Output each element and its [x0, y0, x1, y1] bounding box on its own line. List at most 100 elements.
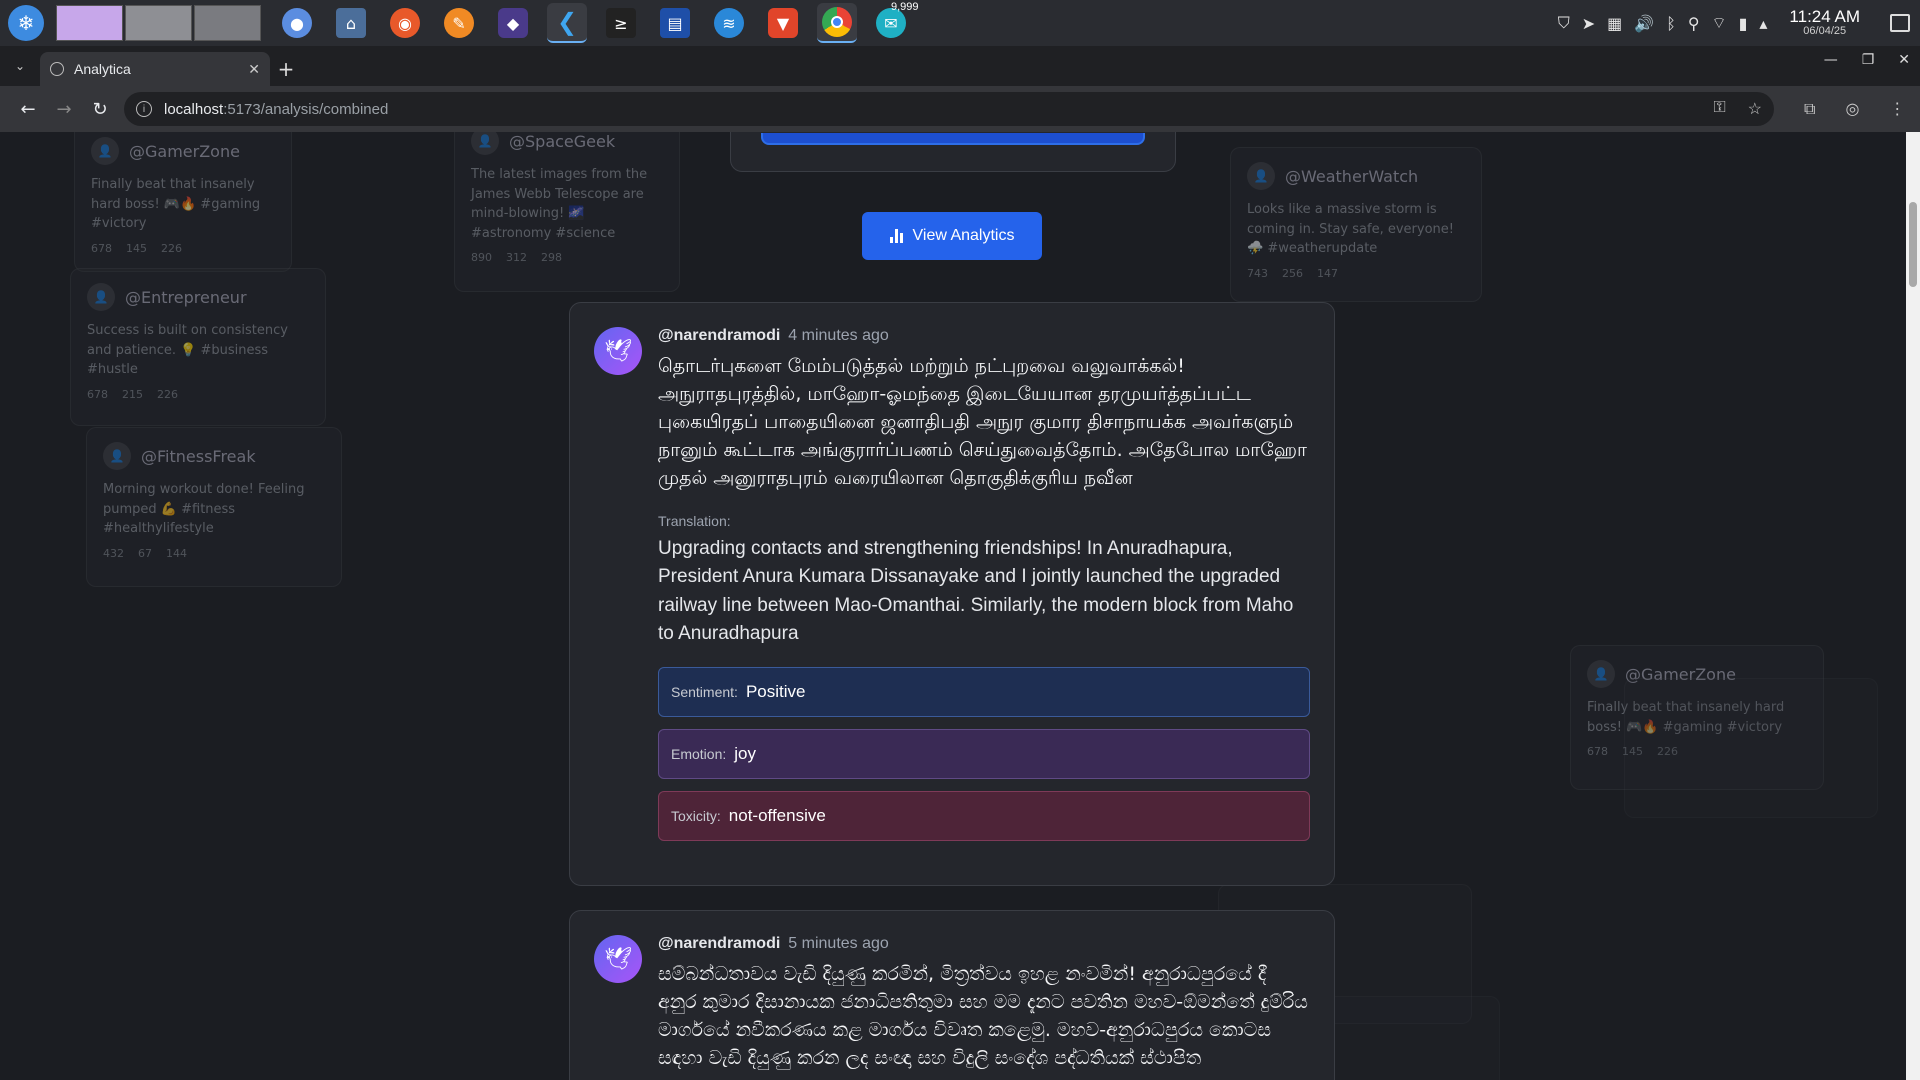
background-card-likes: 678 — [1587, 745, 1608, 758]
taskbar-app-toggle[interactable]: ● — [277, 3, 317, 43]
browser-toolbar: ← → ↻ i localhost:5173/analysis/combined… — [0, 86, 1920, 132]
view-analytics-button[interactable]: View Analytics — [862, 212, 1042, 260]
docker-icon: ≋ — [714, 8, 744, 38]
background-card-retweets: 67 — [138, 546, 152, 560]
taskbar-app-chrome[interactable] — [817, 3, 857, 43]
profile-icon[interactable]: ◎ — [1845, 99, 1859, 119]
restore-icon[interactable]: ❐ — [1862, 52, 1875, 68]
background-card-retweets: 145 — [126, 241, 147, 255]
input-field-edge[interactable] — [761, 133, 1145, 145]
background-card-text: Looks like a massive storm is coming in.… — [1247, 202, 1454, 256]
sentiment-value: Positive — [745, 681, 806, 701]
scrollbar-thumb[interactable] — [1909, 202, 1917, 287]
shield-icon[interactable]: ⛉ — [1558, 13, 1570, 33]
background-card-replies: 298 — [541, 251, 562, 264]
location-icon[interactable]: ⚲ — [1688, 14, 1700, 33]
address-bar[interactable]: i localhost:5173/analysis/combined ⚿ ☆ — [124, 92, 1774, 126]
emotion-value: joy — [734, 743, 756, 763]
forward-button[interactable]: → — [46, 91, 82, 127]
background-card-replies: 147 — [1317, 266, 1338, 280]
tab-analytica[interactable]: Analytica ✕ — [40, 52, 270, 86]
close-tab-icon[interactable]: ✕ — [248, 61, 260, 78]
taskbar-app-files[interactable]: ⌂ — [331, 3, 371, 43]
taskbar-app-firefox[interactable]: ◉ — [385, 3, 425, 43]
folder-icon: ⌂ — [336, 8, 366, 38]
background-card: 👤 @GamerZone Finally beat that insanely h… — [74, 132, 292, 272]
background-card: 👤 @Entrepreneur Success is built on consi… — [70, 268, 326, 426]
virtual-desktop-1[interactable] — [56, 5, 123, 41]
background-card-text: Success is built on consistency and pati… — [87, 323, 288, 377]
view-analytics-label: View Analytics — [912, 227, 1015, 244]
post-handle[interactable]: @narendramodi — [658, 327, 780, 345]
background-card-text: The latest images from the James Webb Te… — [471, 167, 648, 241]
bluetooth-icon[interactable]: ᛒ — [1666, 14, 1676, 33]
background-card: 👤 @SpaceGeek The latest images from the J… — [454, 132, 680, 292]
post-handle[interactable]: @narendramodi — [658, 935, 780, 953]
taskbar: ❄ ● ⌂ ◉ ✎ ◆ ❮ ≥ ▤ ≋ ▼ ✉ 9,999 ⛉ ➤ ▦ 🔊 ᛒ ⚲… — [0, 0, 1920, 46]
tab-search-chevron-icon[interactable]: ⌄ — [0, 46, 40, 86]
volume-icon[interactable]: 🔊 — [1634, 14, 1654, 33]
translation-text: Upgrading contacts and strengthening fri… — [658, 537, 1294, 645]
back-button[interactable]: ← — [10, 91, 46, 127]
page-content: 👤 @GamerZone Finally beat that insanely h… — [0, 132, 1906, 1080]
emotion-label: Emotion: — [671, 745, 727, 762]
background-card-retweets: 256 — [1282, 266, 1303, 280]
input-panel — [730, 132, 1176, 172]
wifi-icon[interactable]: ⌔ — [1712, 13, 1727, 33]
taskbar-app-docker[interactable]: ≋ — [709, 3, 749, 43]
taskbar-app-reader[interactable]: ▤ — [655, 3, 695, 43]
battery-icon[interactable]: ▮ — [1739, 14, 1748, 33]
background-card-handle: @FitnessFreak — [141, 446, 256, 466]
post-card: 🕊 @narendramodi 5 minutes ago සම්බන්ධතාව… — [569, 910, 1335, 1080]
bar-chart-icon — [889, 229, 903, 243]
post-text: සම්බන්ධතාවය වැඩි දියුණු කරමින්, මිත්‍රත්… — [658, 963, 1308, 1069]
password-key-icon[interactable]: ⚿ — [1713, 99, 1725, 119]
taskbar-app-terminal[interactable]: ≥ — [601, 3, 641, 43]
menu-kebab-icon[interactable]: ⋮ — [1889, 99, 1905, 119]
show-desktop-button[interactable] — [1890, 14, 1910, 32]
toxicity-value: not-offensive — [728, 805, 826, 825]
bookmark-star-icon[interactable]: ☆ — [1748, 99, 1762, 119]
virtual-desktop-3[interactable] — [194, 5, 261, 41]
minimize-icon[interactable]: — — [1824, 52, 1838, 68]
user-icon: 👤 — [91, 137, 119, 165]
terminal-icon: ≥ — [606, 8, 636, 38]
taskbar-app-obsidian[interactable]: ◆ — [493, 3, 533, 43]
clipboard-icon[interactable]: ▦ — [1607, 14, 1622, 33]
translation-label: Translation: — [658, 512, 731, 529]
background-card-handle: @Entrepreneur — [125, 287, 247, 307]
user-icon: 👤 — [87, 283, 115, 311]
clock-time: 11:24 AM — [1789, 7, 1860, 27]
close-window-icon[interactable]: ✕ — [1898, 52, 1910, 68]
background-card: 👤 @FitnessFreak Morning workout done! Fee… — [86, 427, 342, 587]
user-icon: 👤 — [103, 442, 131, 470]
background-card-handle: @SpaceGeek — [509, 132, 616, 151]
taskbar-app-vscode[interactable]: ❮ — [547, 3, 587, 43]
new-tab-button[interactable]: + — [270, 52, 302, 86]
telegram-icon[interactable]: ➤ — [1582, 14, 1595, 33]
background-card-handle: @GamerZone — [129, 141, 240, 161]
background-card-text: Morning workout done! Feeling pumped 💪 #… — [103, 482, 305, 536]
browser-tab-bar: ⌄ Analytica ✕ + — ❐ ✕ — [0, 46, 1920, 86]
clock[interactable]: 11:24 AM 06/04/25 — [1789, 8, 1860, 37]
notification-badge: 9,999 — [891, 1, 919, 13]
background-card-handle: @WeatherWatch — [1285, 166, 1419, 186]
post-text: தொடர்புகளை மேம்படுத்தல் மற்றும் நட்புறவை… — [658, 355, 1307, 489]
toxicity-badge: Toxicity: not-offensive — [658, 790, 1310, 841]
taskbar-app-messenger[interactable]: ✉ 9,999 — [871, 1, 919, 43]
reload-button[interactable]: ↻ — [82, 91, 118, 127]
background-card-text: Finally beat that insanely hard boss! 🎮🔥… — [91, 177, 261, 231]
taskbar-app-brave[interactable]: ▼ — [763, 3, 803, 43]
sentiment-label: Sentiment: — [671, 683, 738, 700]
tray-expand-icon[interactable]: ▴ — [1759, 14, 1767, 33]
taskbar-app-sublime[interactable]: ✎ — [439, 3, 479, 43]
extensions-icon[interactable]: ⧉ — [1804, 99, 1815, 119]
page-scrollbar[interactable] — [1906, 132, 1920, 1080]
system-tray: ⛉ ➤ ▦ 🔊 ᛒ ⚲ ⌔ ▮ ▴ 11:24 AM 06/04/25 — [1558, 0, 1910, 46]
app-launcher-icon[interactable]: ❄ — [8, 5, 44, 41]
virtual-desktop-2[interactable] — [125, 5, 192, 41]
site-info-icon[interactable]: i — [136, 101, 152, 117]
user-icon: 👤 — [1247, 162, 1275, 190]
post-time: 4 minutes ago — [788, 327, 889, 344]
sublime-icon: ✎ — [444, 8, 474, 38]
